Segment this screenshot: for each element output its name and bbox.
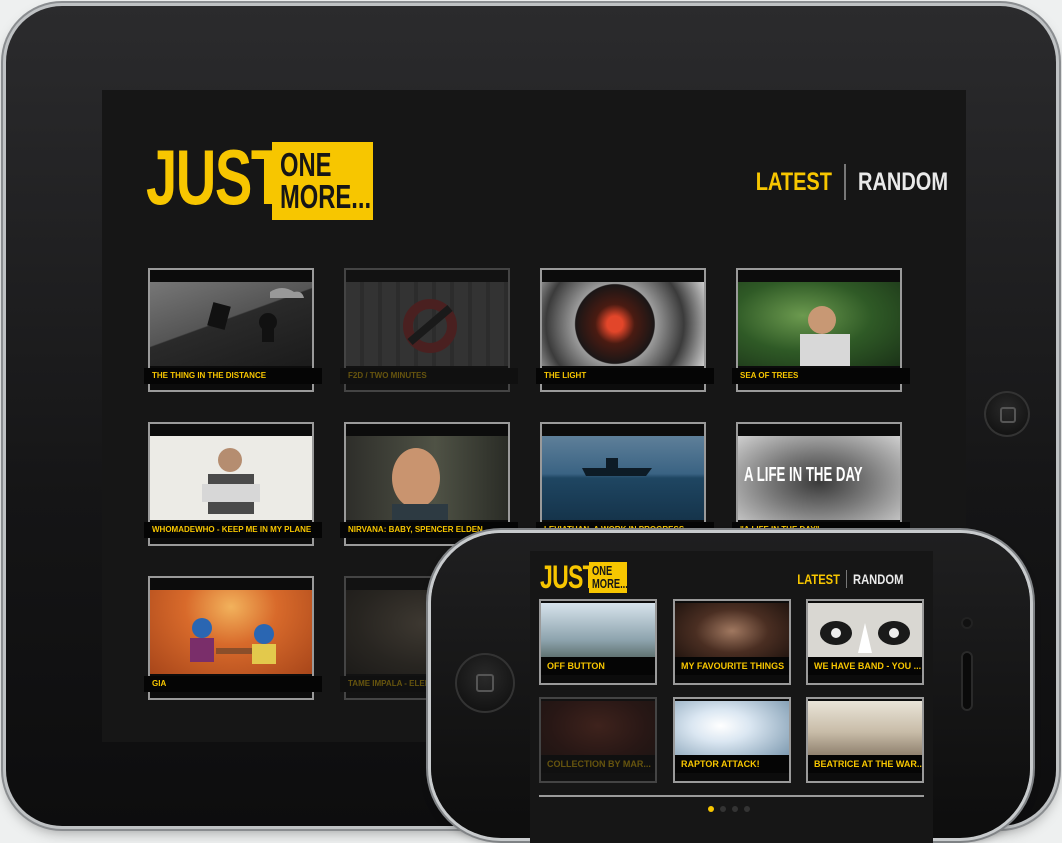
- video-thumbnail: [346, 282, 508, 366]
- video-thumbnail: [541, 603, 655, 665]
- nav-random[interactable]: RANDOM: [853, 571, 903, 587]
- silhouette-figures: [207, 288, 304, 342]
- phone-home-button[interactable]: [455, 653, 515, 713]
- video-tile[interactable]: LEVIATHAN, A WORK IN PROGRESS: [536, 422, 714, 546]
- video-tile[interactable]: WHOMADEWHO - KEEP ME IN MY PLANE: [144, 422, 322, 546]
- phone-nav: LATEST RANDOM: [778, 570, 916, 588]
- video-title: THE LIGHT: [536, 368, 714, 384]
- nav-random[interactable]: RANDOM: [858, 168, 948, 197]
- video-thumbnail: [346, 436, 508, 520]
- video-title: SEA OF TREES: [732, 368, 910, 384]
- pagination-dots: [708, 806, 750, 812]
- logo-one: ONE: [280, 146, 332, 183]
- tablet-home-button[interactable]: [984, 391, 1030, 437]
- video-title: RAPTOR ATTACK!: [675, 755, 789, 773]
- video-thumbnail: [738, 282, 900, 366]
- person-silhouette: [800, 306, 850, 366]
- person-silhouette: [202, 448, 260, 514]
- video-title: WHOMADEWHO - KEEP ME IN MY PLANE: [144, 522, 322, 538]
- video-tile[interactable]: A LIFE IN THE DAY "A LIFE IN THE DAY": [732, 422, 910, 546]
- cartoon-figures: [190, 618, 276, 664]
- video-tile[interactable]: MY FAVOURITE THINGS: [673, 599, 791, 685]
- video-thumbnail: A LIFE IN THE DAY: [738, 436, 900, 520]
- video-title: COLLECTION BY MAR...: [541, 755, 655, 773]
- video-tile[interactable]: THE LIGHT: [536, 268, 714, 392]
- logo-just: JUST: [540, 559, 597, 595]
- phone-device: JUST ONE MORE... LATEST RANDOM OFF BUTTO…: [431, 533, 1030, 843]
- face-closeup: [820, 621, 910, 653]
- video-thumbnail: [542, 436, 704, 520]
- video-tile[interactable]: BEATRICE AT THE WAR...: [806, 697, 924, 783]
- video-tile[interactable]: GIA: [144, 576, 322, 700]
- thumbnail-overlay-text: A LIFE IN THE DAY: [744, 464, 863, 486]
- logo-more: MORE...: [280, 177, 372, 215]
- nav-latest[interactable]: LATEST: [752, 168, 832, 197]
- video-thumbnail: [150, 436, 312, 520]
- page-dot-2[interactable]: [720, 806, 726, 812]
- logo-one-more: ONE MORE...: [272, 142, 373, 220]
- video-thumbnail: [542, 282, 704, 366]
- video-thumbnail: [150, 282, 312, 366]
- video-title: MY FAVOURITE THINGS: [675, 657, 789, 675]
- video-thumbnail: [675, 603, 789, 665]
- video-tile[interactable]: NIRVANA: BABY, SPENCER ELDEN: [340, 422, 518, 546]
- page-dot-4[interactable]: [744, 806, 750, 812]
- video-title: F2D / TWO MINUTES: [340, 368, 518, 384]
- person-silhouette: [392, 448, 448, 520]
- video-title: OFF BUTTON: [541, 657, 655, 675]
- page-dot-3[interactable]: [732, 806, 738, 812]
- video-title: BEATRICE AT THE WAR...: [808, 755, 922, 773]
- tablet-nav: LATEST RANDOM: [732, 164, 966, 200]
- video-tile[interactable]: SEA OF TREES: [732, 268, 910, 392]
- phone-screen: JUST ONE MORE... LATEST RANDOM OFF BUTTO…: [530, 551, 933, 843]
- home-square-icon: [476, 674, 494, 692]
- video-tile[interactable]: RAPTOR ATTACK!: [673, 697, 791, 783]
- home-square-icon: [1000, 407, 1016, 423]
- video-tile[interactable]: COLLECTION BY MAR...: [539, 697, 657, 783]
- video-title: GIA: [144, 676, 322, 692]
- phone-speaker: [961, 651, 973, 711]
- logo-mark: [403, 299, 457, 353]
- video-tile[interactable]: WE HAVE BAND - YOU ...: [806, 599, 924, 685]
- video-tile[interactable]: OFF BUTTON: [539, 599, 657, 685]
- logo-just: JUST: [146, 133, 285, 221]
- phone-camera: [963, 619, 971, 627]
- logo-one-more: ONE MORE...: [589, 562, 628, 593]
- next-row-edge: [539, 795, 924, 801]
- video-tile[interactable]: F2D / TWO MINUTES: [340, 268, 518, 392]
- video-thumbnail: [808, 603, 922, 665]
- video-title: WE HAVE BAND - YOU ...: [808, 657, 922, 675]
- video-thumbnail: [150, 590, 312, 674]
- video-thumbnail: [808, 701, 922, 763]
- video-thumbnail: [675, 701, 789, 763]
- nav-separator: [846, 570, 847, 588]
- logo-more: MORE...: [592, 575, 628, 591]
- ship-silhouette: [582, 458, 652, 476]
- video-thumbnail: [541, 701, 655, 763]
- video-tile[interactable]: THE THING IN THE DISTANCE: [144, 268, 322, 392]
- nav-separator: [844, 164, 846, 200]
- page-dot-1[interactable]: [708, 806, 714, 812]
- video-title: THE THING IN THE DISTANCE: [144, 368, 322, 384]
- nav-latest[interactable]: LATEST: [790, 571, 840, 587]
